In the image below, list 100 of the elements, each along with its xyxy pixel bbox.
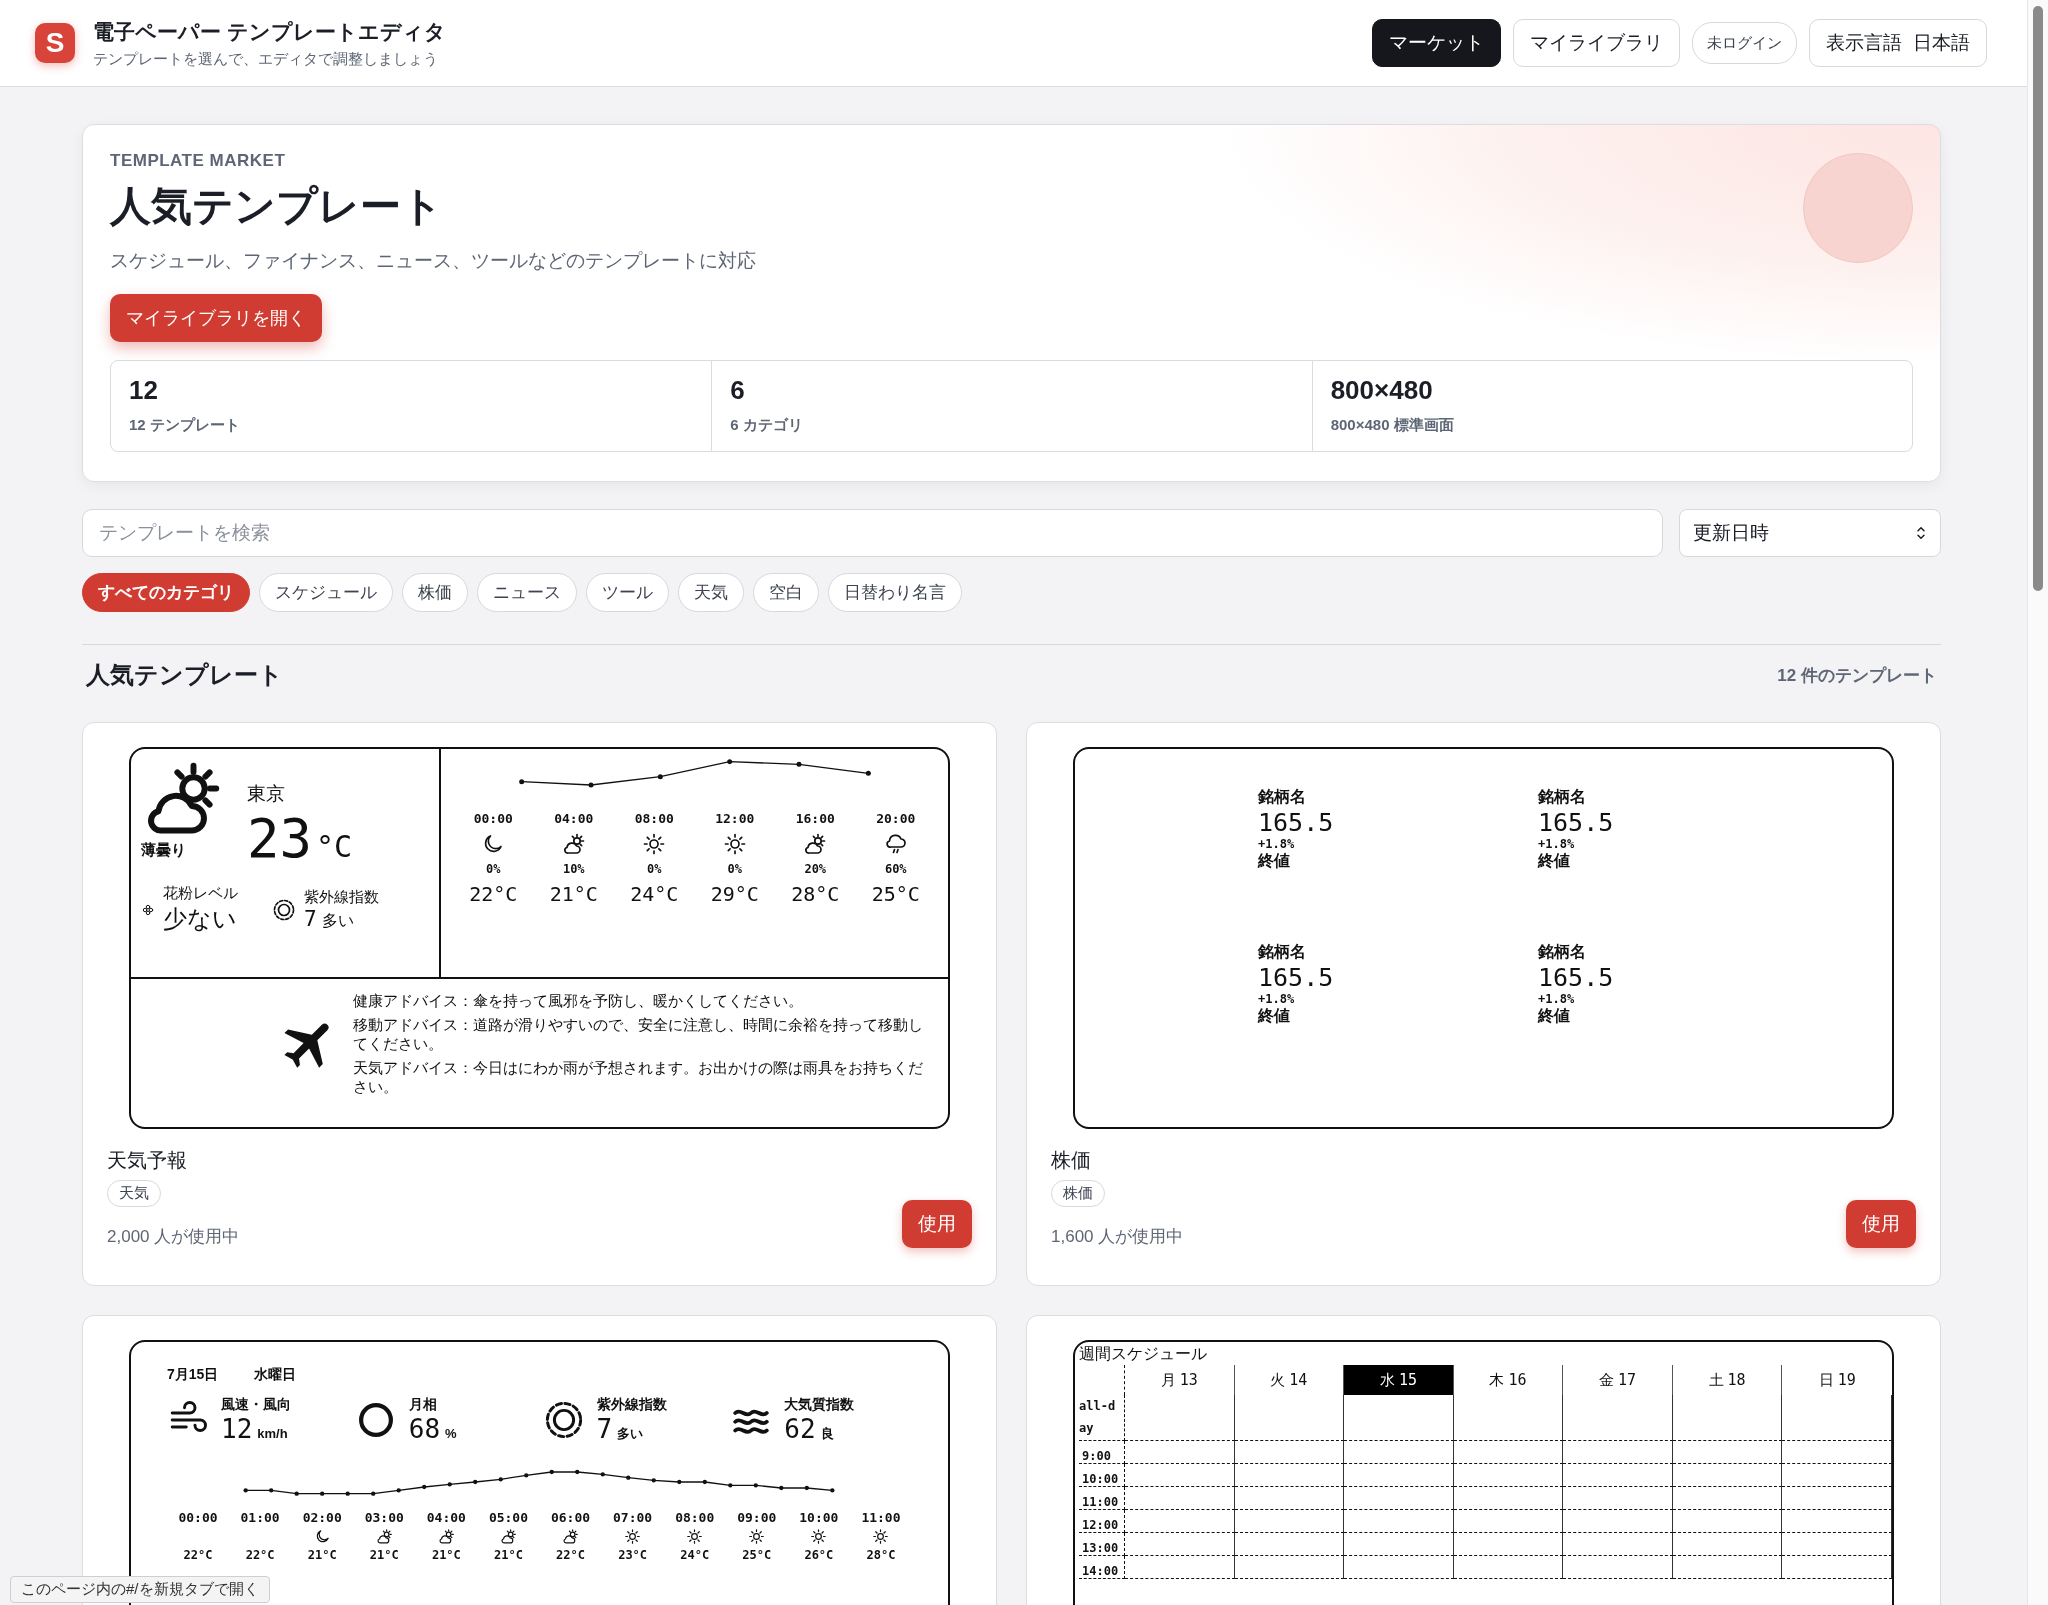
time-label: 11:00 [1082,1495,1119,1509]
hour-temperature: 21°C [369,1548,399,1562]
sort-select[interactable]: 更新日時 [1679,509,1941,557]
stock-name: 銘柄名 [1258,787,1306,807]
advice-text: 移動アドバイス：道路が滑りやすいので、安全に注意し、時間に余裕を持って移動してください。 [353,1014,924,1054]
metric-unit: km/h [257,1426,288,1441]
sun-ring-icon [272,897,296,922]
precipitation-value: 0% [486,862,501,876]
hour-label: 00:00 [473,811,513,826]
search-field[interactable]: テンプレートを検索 [82,509,1663,557]
hour-temperature: 28°C [866,1548,896,1562]
stock-change: +1.8% [1538,837,1575,851]
hour-label: 08:00 [634,811,674,826]
stock-note: 終値 [1538,851,1570,871]
metric-label: 月相 [408,1396,437,1414]
nav-button[interactable]: マーケット [1372,19,1502,67]
precipitation-value: 0% [647,862,662,876]
temperature-unit: °C [316,829,353,864]
metric-value: 68 [408,1414,441,1444]
time-label: 14:00 [1082,1564,1119,1578]
stat-value: 800×480 [1330,375,1434,406]
weekday-label: 水曜日 [254,1366,297,1384]
cloud-sun-icon [803,832,828,856]
stock-name: 銘柄名 [1258,942,1306,962]
precipitation-value: 0% [727,862,742,876]
scrollbar[interactable] [2033,6,2043,591]
open-library-button[interactable]: マイライブラリを開く [110,294,322,342]
city-name: 東京 [247,782,286,806]
use-button[interactable]: 使用 [902,1200,972,1248]
hour-label: 01:00 [240,1510,280,1525]
sun-icon [748,1528,766,1545]
rain-cloud-icon [883,832,908,856]
hour-label: 09:00 [737,1510,777,1525]
metric-value: 12 [221,1414,253,1444]
temperature-value: 23 [247,807,313,870]
hero-description: スケジュール、ファイナンス、ニュース、ツールなどのテンプレートに対応 [110,249,757,273]
template-name: 天気予報 [107,1148,187,1173]
category-chip[interactable]: 株価 [402,573,468,612]
sun-icon [686,1528,704,1545]
hour-temperature: 22°C [469,882,518,906]
usage-count: 1,600 人が使用中 [1051,1226,1184,1248]
pollen-value: 少ない [163,904,237,934]
stock-price: 165.5 [1538,963,1614,992]
category-chip[interactable]: 日替わり名言 [828,573,962,612]
hour-temperature: 21°C [307,1548,337,1562]
cloud-sun-icon [499,1528,517,1545]
precipitation-value: 10% [562,862,585,876]
category-chip[interactable]: ニュース [477,573,577,612]
hour-temperature: 23°C [618,1548,648,1562]
stock-note: 終値 [1258,851,1290,871]
metric-label: 風速・風向 [221,1396,291,1414]
sun-icon [624,1528,642,1545]
stock-change: +1.8% [1258,837,1295,851]
category-chip[interactable]: 空白 [753,573,819,612]
link-preview-tooltip: このページ内の#/を新規タブで開く [10,1576,270,1603]
stock-note: 終値 [1258,1006,1290,1026]
metric-value: 62 [784,1414,816,1444]
uv-label: 紫外線指数 [304,887,379,907]
hour-label: 04:00 [554,811,594,826]
stock-note: 終値 [1538,1006,1570,1026]
category-chip[interactable]: すべてのカテゴリ [82,573,250,612]
stock-name: 銘柄名 [1538,787,1586,807]
metric-label: 大気質指数 [784,1396,855,1414]
hour-label: 06:00 [550,1510,591,1525]
metric-unit: % [445,1426,457,1441]
hero-eyebrow: TEMPLATE MARKET [110,151,287,171]
sun-icon [722,832,747,856]
category-chip[interactable]: 天気 [678,573,744,612]
stat-label: 800×480 標準画面 [1330,416,1455,435]
login-status-badge[interactable]: 未ログイン [1692,22,1798,64]
nav-button[interactable]: マイライブラリ [1513,19,1681,67]
hour-temperature: 24°C [680,1548,710,1562]
stock-change: +1.8% [1538,992,1575,1006]
stock-name: 銘柄名 [1538,942,1586,962]
app-logo: S [35,23,75,63]
hour-temperature: 24°C [630,882,679,906]
hour-temperature: 21°C [549,882,598,906]
category-chip[interactable]: スケジュール [259,573,393,612]
schedule-title: 週間スケジュール [1079,1344,1208,1364]
all-day-label: all-day [1079,1398,1117,1437]
metric-value: 7 [596,1414,613,1444]
pollen-label: 花粉レベル [163,884,238,903]
advice-text: 健康アドバイス：傘を持って風邪を予防し、暖かくしてください。 [353,991,804,1011]
language-button[interactable]: 表示言語 日本語 [1809,19,1987,67]
category-chip[interactable]: ツール [586,573,669,612]
use-button[interactable]: 使用 [1846,1200,1916,1248]
hour-label: 00:00 [178,1510,218,1525]
day-header: 土 18 [1672,1365,1783,1395]
template-count: 12 件のテンプレート [1777,664,1937,687]
date-label: 7月15日 [167,1366,219,1384]
hour-temperature: 28°C [791,882,840,906]
flower-icon [141,902,155,917]
hour-label: 10:00 [799,1510,839,1525]
hour-temperature: 22°C [245,1548,275,1562]
time-label: 9:00 [1082,1449,1111,1463]
day-header: 月 13 [1125,1365,1235,1395]
section-title: 人気テンプレート [86,660,283,690]
uv-note: 多い [321,910,354,931]
hour-temperature: 26°C [804,1548,834,1562]
hour-label: 02:00 [302,1510,342,1525]
